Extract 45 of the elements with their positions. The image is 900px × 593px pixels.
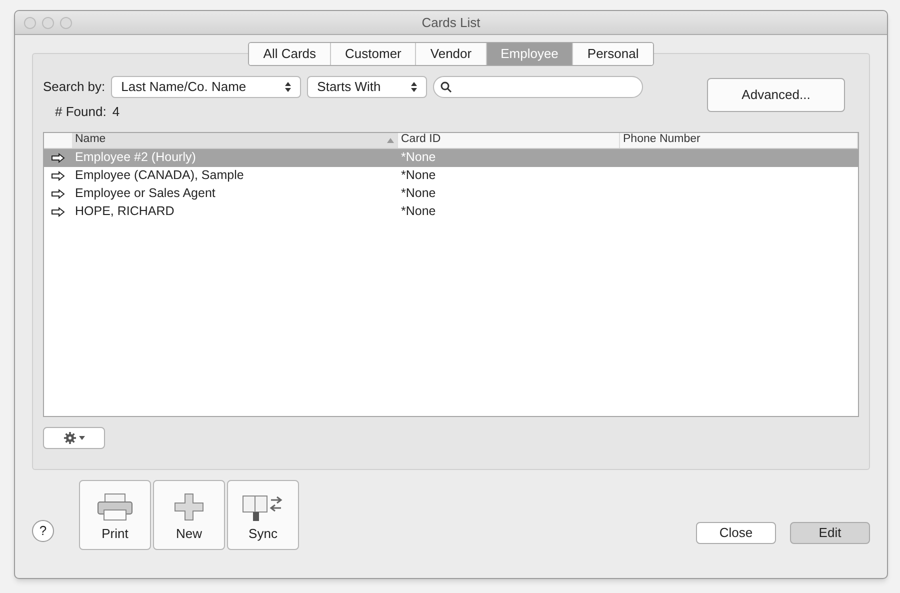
toolbar-button[interactable]: Print [79, 480, 151, 550]
column-header[interactable]: Card ID [398, 132, 620, 148]
name-cell-text: HOPE, RICHARD [74, 203, 176, 220]
card-id-cell-text: *None [400, 167, 437, 184]
arrow-icon[interactable] [51, 170, 65, 180]
printer-icon [95, 492, 135, 522]
card-id-cell-text: *None [400, 185, 437, 202]
toolbar-button[interactable]: New [153, 480, 225, 550]
match-select[interactable]: Starts With [307, 76, 428, 98]
gear-icon [64, 432, 76, 444]
table-row[interactable]: Employee (CANADA), Sample *None [44, 166, 858, 184]
advanced-button[interactable]: Advanced... [707, 78, 845, 112]
dialog-button[interactable]: Close [696, 522, 776, 544]
found-count: 4 [112, 103, 120, 121]
arrow-icon[interactable] [51, 188, 65, 198]
found-label: # Found: [55, 103, 106, 121]
table-row[interactable]: HOPE, RICHARD *None [44, 202, 858, 220]
search-by-label: Search by: [43, 78, 106, 96]
tab[interactable]: Vendor [415, 43, 486, 65]
search-icon [440, 81, 452, 93]
caret-icon [78, 436, 84, 440]
plus-icon [172, 492, 206, 522]
field-select[interactable]: Last Name/Co. Name [111, 76, 302, 98]
arrow-icon[interactable] [51, 206, 65, 216]
tab[interactable]: Customer [330, 43, 416, 65]
arrow-icon[interactable] [51, 152, 65, 162]
toolbar-button[interactable]: Sync [227, 480, 299, 550]
name-cell-text: Employee (CANADA), Sample [74, 167, 245, 184]
card-id-cell-text: *None [400, 203, 437, 220]
tab[interactable]: All Cards [249, 43, 330, 65]
sort-arrow-icon [387, 138, 394, 142]
column-header[interactable]: Phone Number [620, 132, 858, 148]
action-menu-button[interactable] [43, 426, 105, 448]
table-row[interactable]: Employee or Sales Agent *None [44, 184, 858, 202]
card-id-cell-text: *None [400, 149, 437, 166]
name-cell-text: Employee #2 (Hourly) [74, 149, 197, 166]
tab[interactable]: Personal [572, 43, 653, 65]
column-header[interactable]: Name [72, 132, 398, 148]
window-title: Cards List [422, 14, 480, 32]
help-button[interactable]: ? [32, 520, 54, 542]
name-cell-text: Employee or Sales Agent [74, 185, 216, 202]
dialog-button[interactable]: Edit [790, 522, 870, 544]
up-down-arrows-icon [285, 82, 292, 92]
up-down-arrows-icon [411, 82, 418, 92]
search-field[interactable] [433, 76, 644, 98]
